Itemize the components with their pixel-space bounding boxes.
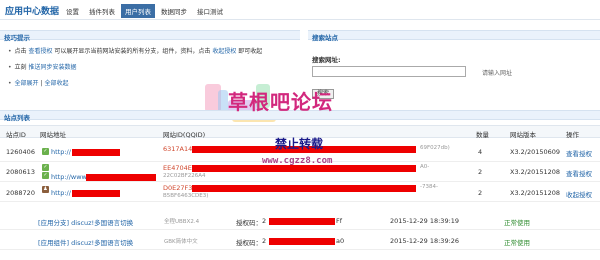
tips-heading: 技巧提示 bbox=[0, 30, 300, 42]
search-input[interactable] bbox=[312, 66, 466, 77]
column-header: 网站地址 bbox=[40, 131, 66, 139]
app-title: 应用中心数据 bbox=[5, 7, 60, 17]
site-qqid-tail: 69F027db) bbox=[420, 145, 450, 151]
auth-count: 2 bbox=[478, 189, 483, 197]
tip-text: 可以展开显示当前网站安装的所有分支，组件，资料，点击 bbox=[54, 48, 211, 55]
tab-settings[interactable]: 设置 bbox=[62, 4, 83, 18]
redaction-bar bbox=[192, 185, 416, 192]
site-qqid-tail: -7384- bbox=[420, 184, 438, 190]
sites-heading: 站点列表 bbox=[0, 110, 600, 122]
tab-plugin-list[interactable]: 插件列表 bbox=[85, 4, 119, 18]
site-version: X3.2/20150609 bbox=[510, 148, 561, 156]
site-url-link[interactable]: http:// bbox=[51, 148, 71, 156]
bullet-icon: • bbox=[8, 64, 12, 71]
app-row: [应用组件] discuz!多国语言切换 GBK简体中文 授权码： 2 a0 2… bbox=[0, 232, 600, 250]
site-qqid-sub: 22C02BF226A4 bbox=[163, 173, 206, 179]
view-auth-link[interactable]: 查看授权 bbox=[28, 48, 52, 55]
push-sync-link[interactable]: 推送同步安装数据 bbox=[28, 64, 76, 71]
site-qqid-tail: A0- bbox=[420, 164, 430, 170]
user-icon: ♟ bbox=[42, 186, 49, 193]
app-row: [应用分支] discuz!多国语言切换 全程UBBX2.4 授权码： 2 Ff… bbox=[0, 212, 600, 230]
table-row: 2080613 ✓ ✓ http://www. EE4704E A0- 22C0… bbox=[0, 162, 600, 182]
tip-text: 即可收起 bbox=[238, 48, 263, 55]
redaction-bar bbox=[192, 165, 416, 172]
search-label: 搜索网址: bbox=[312, 56, 341, 64]
app-name: [应用组件] discuz!多国语言切换 bbox=[38, 239, 134, 247]
collapse-auth-link[interactable]: 收起授权 bbox=[212, 48, 236, 55]
redaction-bar bbox=[86, 174, 156, 181]
status-badge: 正常使用 bbox=[504, 239, 530, 247]
collapse-auth-button[interactable]: 收起授权 bbox=[566, 189, 592, 199]
app-tag: 全程UBBX2.4 bbox=[164, 219, 200, 225]
app-time: 2015-12-29 18:39:26 bbox=[390, 237, 460, 245]
column-header: 网站版本 bbox=[510, 131, 536, 139]
site-qqid-sub: B5BF6463CDE3) bbox=[163, 193, 209, 199]
separator: | bbox=[40, 80, 43, 87]
app-time: 2015-12-29 18:39:19 bbox=[390, 217, 460, 225]
app-tag: GBK简体中文 bbox=[164, 239, 198, 245]
view-auth-button[interactable]: 查看授权 bbox=[566, 168, 592, 178]
auth-code-tail: a0 bbox=[336, 237, 345, 245]
site-id: 2088720 bbox=[6, 189, 35, 197]
table-row: 1260406 ✓ http:// 6317A14 69F027db) 4 X3… bbox=[0, 142, 600, 162]
tip-line-1: • 点击 查看授权 可以展开显示当前网站安装的所有分支，组件，资料，点击 收起授权… bbox=[8, 46, 262, 55]
column-header: 操作 bbox=[566, 131, 579, 139]
tab-data-sync[interactable]: 数据同步 bbox=[157, 4, 191, 18]
site-version: X3.2/20151208 bbox=[510, 189, 561, 197]
check-icon: ✓ bbox=[42, 164, 49, 171]
column-header: 数量 bbox=[476, 131, 489, 139]
bullet-icon: • bbox=[8, 48, 12, 55]
view-auth-button[interactable]: 查看授权 bbox=[566, 148, 592, 158]
tip-line-3: • 全部展开 | 全部收起 bbox=[8, 78, 68, 87]
tip-line-2: • 立刻 推送同步安装数据 bbox=[8, 62, 77, 71]
search-hint: 请输入网址 bbox=[482, 70, 513, 77]
collapse-all-link[interactable]: 全部收起 bbox=[44, 80, 68, 87]
site-id: 2080613 bbox=[6, 168, 35, 176]
site-id: 1260406 bbox=[6, 148, 35, 156]
redaction-bar bbox=[72, 190, 120, 197]
site-url-link[interactable]: http://www. bbox=[51, 173, 88, 181]
site-qqid: 6317A14 bbox=[163, 145, 193, 153]
column-header: 站点ID bbox=[6, 131, 26, 139]
auth-count: 4 bbox=[478, 148, 483, 156]
auth-count: 2 bbox=[478, 168, 483, 176]
search-button[interactable]: 搜索 bbox=[312, 89, 334, 99]
tab-user-list[interactable]: 用户列表 bbox=[121, 4, 155, 18]
top-bar: 应用中心数据 设置 插件列表 用户列表 数据同步 接口测试 bbox=[0, 0, 600, 20]
auth-code-label: 授权码： bbox=[236, 219, 262, 227]
redaction-bar bbox=[269, 238, 335, 245]
auth-code-value: 2 bbox=[262, 217, 267, 225]
tip-text: 点击 bbox=[14, 48, 27, 55]
redaction-bar bbox=[269, 218, 335, 225]
auth-code-value: 2 bbox=[262, 237, 267, 245]
auth-code-tail: Ff bbox=[336, 217, 343, 225]
sites-table-header: 站点ID 网站地址 网站ID(QQID) 数量 网站版本 操作 bbox=[0, 125, 600, 139]
watermark-shape bbox=[256, 84, 270, 108]
auth-code-label: 授权码： bbox=[236, 239, 262, 247]
status-badge: 正常使用 bbox=[504, 219, 530, 227]
table-row: 2088720 ♟ http:// D0E27F3 -7384- B5BF646… bbox=[0, 182, 600, 202]
site-version: X3.2/20151208 bbox=[510, 168, 561, 176]
tab-api-test[interactable]: 接口测试 bbox=[193, 4, 227, 18]
nav-tabs: 设置 插件列表 用户列表 数据同步 接口测试 bbox=[62, 4, 229, 18]
expand-all-link[interactable]: 全部展开 bbox=[15, 80, 39, 87]
redaction-bar bbox=[72, 149, 120, 156]
column-header: 网站ID(QQID) bbox=[163, 131, 206, 139]
site-url-link[interactable]: http:// bbox=[51, 189, 71, 197]
check-icon: ✓ bbox=[42, 172, 49, 179]
tip-text: 立刻 bbox=[14, 64, 27, 71]
site-qqid: D0E27F3 bbox=[163, 184, 193, 192]
bullet-icon: • bbox=[8, 80, 12, 87]
check-icon: ✓ bbox=[42, 148, 49, 155]
search-heading: 搜索站点 bbox=[308, 30, 600, 42]
app-name: [应用分支] discuz!多国语言切换 bbox=[38, 219, 134, 227]
redaction-bar bbox=[192, 146, 416, 153]
site-qqid: EE4704E bbox=[163, 164, 192, 172]
